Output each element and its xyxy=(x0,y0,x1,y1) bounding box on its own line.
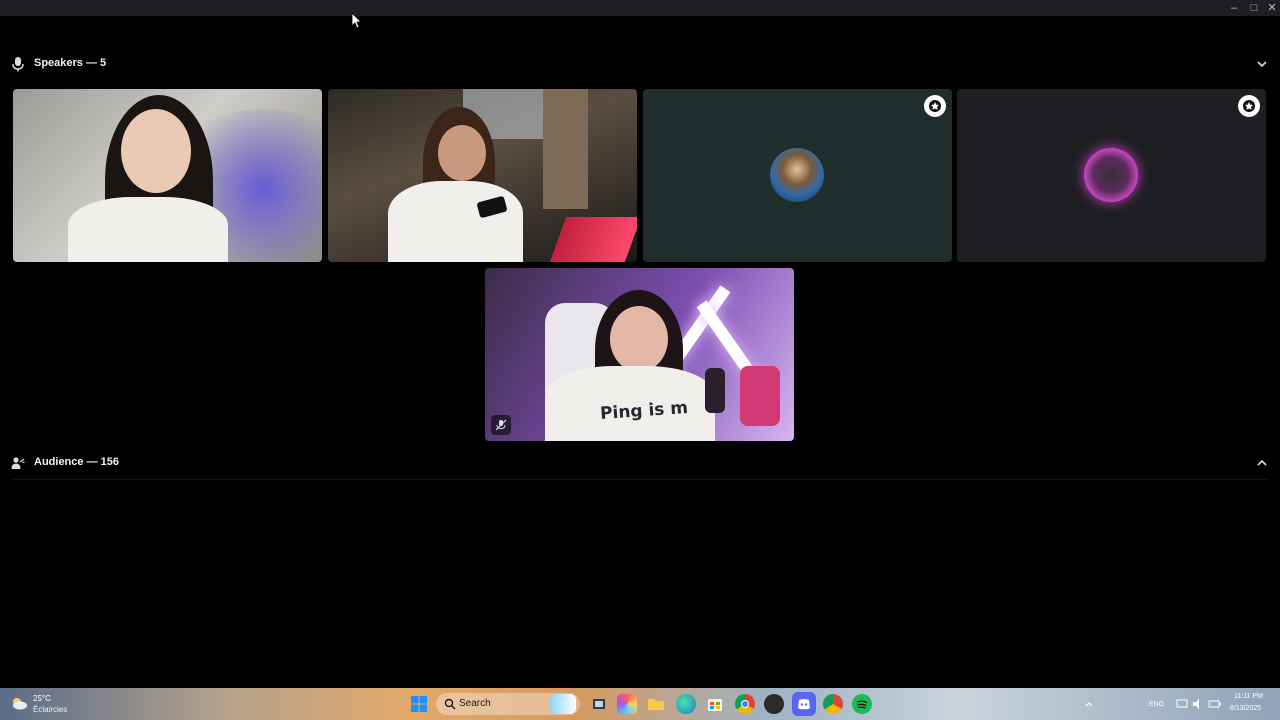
volume-icon[interactable] xyxy=(1192,698,1204,710)
store-icon[interactable] xyxy=(705,694,725,714)
person-shirt xyxy=(388,181,523,262)
stage-moderator-icon xyxy=(924,95,946,117)
speaker-avatar-4[interactable] xyxy=(957,89,1266,262)
start-button[interactable] xyxy=(409,694,429,714)
person-face xyxy=(121,109,191,193)
speakers-title: Speakers — 5 xyxy=(34,57,107,69)
chevron-down-icon[interactable] xyxy=(1255,58,1269,70)
chevron-up-icon[interactable] xyxy=(1255,457,1269,469)
chevron-up-icon[interactable] xyxy=(1084,699,1094,709)
location-icon[interactable] xyxy=(1126,698,1138,710)
section-divider xyxy=(12,479,1268,480)
maximize-button[interactable]: □ xyxy=(1244,0,1264,16)
spotify-icon[interactable] xyxy=(852,694,872,714)
windows-icon xyxy=(411,696,427,712)
search-icon xyxy=(444,698,456,710)
speaker-video-5[interactable]: Ping is m xyxy=(485,268,794,441)
person-face xyxy=(438,125,486,181)
copilot-icon[interactable] xyxy=(550,694,576,714)
chrome-profile-icon[interactable] xyxy=(823,694,843,714)
close-button[interactable]: ✕ xyxy=(1262,0,1280,16)
search-placeholder: Search xyxy=(459,698,491,709)
obs-icon[interactable] xyxy=(764,694,784,714)
keyboard-rgb xyxy=(549,217,637,262)
speakers-section-header[interactable]: Speakers — 5 xyxy=(0,52,1280,76)
battery-icon[interactable] xyxy=(1208,698,1222,710)
weather-condition: Éclaircies xyxy=(33,705,68,714)
clock-date[interactable]: 8/13/2025 xyxy=(1230,705,1261,712)
minimize-button[interactable]: – xyxy=(1224,0,1244,16)
chrome-icon[interactable] xyxy=(735,694,755,714)
person-shirt xyxy=(68,197,228,262)
file-explorer-icon[interactable] xyxy=(646,694,666,714)
stage-moderator-icon xyxy=(1238,95,1260,117)
tumbler-cup xyxy=(740,366,780,426)
onedrive-icon[interactable] xyxy=(1102,698,1116,710)
microphone xyxy=(705,368,725,413)
speaker-video-1[interactable] xyxy=(13,89,322,262)
weather-widget[interactable]: 25°C Éclaircies xyxy=(8,692,88,716)
edge-icon[interactable] xyxy=(676,694,696,714)
curtain xyxy=(543,89,588,209)
audience-icon xyxy=(11,457,25,469)
weather-temperature: 25°C xyxy=(33,694,51,703)
title-bar xyxy=(0,0,1280,16)
audience-title: Audience — 156 xyxy=(34,456,119,468)
microphone-icon xyxy=(12,57,24,72)
user-avatar xyxy=(770,148,824,202)
audience-section-header[interactable]: Audience — 156 xyxy=(0,451,1280,475)
widgets-icon[interactable] xyxy=(617,694,637,714)
person-face xyxy=(610,306,668,372)
user-avatar xyxy=(1084,148,1138,202)
task-view-icon[interactable] xyxy=(589,694,609,714)
partly-cloudy-icon xyxy=(13,698,27,710)
discord-icon[interactable] xyxy=(792,692,816,716)
muted-mic-icon xyxy=(491,415,511,435)
clock-time[interactable]: 11:11 PM xyxy=(1234,693,1263,700)
speaker-avatar-3[interactable] xyxy=(643,89,952,262)
speaker-video-2[interactable] xyxy=(328,89,637,262)
network-icon[interactable] xyxy=(1176,698,1188,710)
language-indicator[interactable]: ENG xyxy=(1149,701,1164,708)
